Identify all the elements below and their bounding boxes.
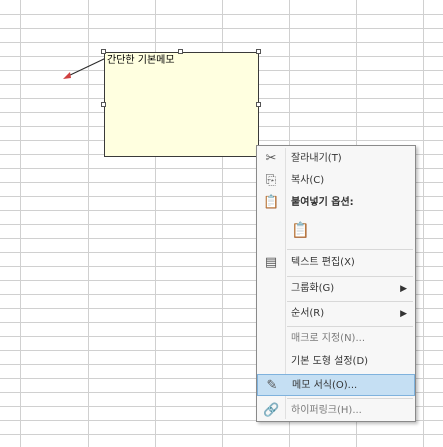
menu-item-label: 그룹화(G) (291, 283, 335, 294)
menu-item-group[interactable]: 그룹화(G) ▶ (257, 278, 415, 300)
menu-separator (287, 326, 413, 327)
comment-text[interactable]: 간단한 기본메모 (107, 54, 175, 68)
scissors-icon: ✂ (265, 151, 277, 166)
menu-separator (287, 249, 413, 250)
grid-column-line (423, 0, 424, 447)
menu-item-assign-macro[interactable]: 매크로 지정(N)... (257, 328, 415, 350)
menu-item-paste-options: 📋 붙여넣기 옵션: (257, 192, 415, 214)
resize-handle[interactable] (256, 102, 261, 107)
menu-item-label: 복사(C) (291, 175, 325, 186)
submenu-arrow-icon: ▶ (400, 284, 407, 294)
resize-handle[interactable] (178, 49, 183, 54)
menu-item-cut[interactable]: ✂ 잘라내기(T) (257, 148, 415, 170)
resize-handle[interactable] (256, 49, 261, 54)
edit-text-icon: ▤ (264, 255, 278, 270)
menu-item-label: 매크로 지정(N)... (291, 333, 365, 344)
menu-item-format-comment[interactable]: ✎ 메모 서식(O)... (257, 374, 415, 396)
menu-item-label: 텍스트 편집(X) (291, 257, 355, 268)
grid-column-line (20, 0, 21, 447)
menu-item-default-shape[interactable]: 기본 도형 설정(D) (257, 351, 415, 373)
menu-item-label: 기본 도형 설정(D) (291, 356, 369, 367)
menu-item-copy[interactable]: ⎘ 복사(C) (257, 170, 415, 192)
menu-separator (287, 276, 413, 277)
comment-box[interactable]: 간단한 기본메모 (104, 52, 259, 157)
menu-separator (287, 301, 413, 302)
comment-arrow (63, 57, 107, 79)
submenu-arrow-icon: ▶ (400, 309, 407, 319)
context-menu: ✂ 잘라내기(T) ⎘ 복사(C) 📋 붙여넣기 옵션: 📋 ▤ 텍스트 편집(… (256, 145, 416, 422)
resize-handle[interactable] (101, 102, 106, 107)
menu-item-label: 순서(R) (291, 308, 325, 319)
paste-icon: 📋 (263, 195, 280, 210)
hyperlink-icon: 🔗 (263, 403, 280, 418)
menu-item-label: 잘라내기(T) (291, 153, 342, 164)
menu-item-label: 메모 서식(O)... (292, 380, 358, 391)
menu-item-label: 붙여넣기 옵션: (291, 197, 354, 208)
menu-item-paste-option[interactable]: 📋 (257, 216, 415, 246)
menu-item-hyperlink[interactable]: 🔗 하이퍼링크(H)... (257, 400, 415, 422)
menu-item-edit-text[interactable]: ▤ 텍스트 편집(X) (257, 252, 415, 274)
copy-icon: ⎘ (265, 173, 277, 188)
menu-item-order[interactable]: 순서(R) ▶ (257, 303, 415, 325)
resize-handle[interactable] (101, 49, 106, 54)
format-comment-icon: ✎ (266, 378, 278, 393)
menu-item-label: 하이퍼링크(H)... (291, 405, 362, 416)
menu-separator (287, 398, 413, 399)
paste-option-icon[interactable]: 📋 (291, 222, 310, 238)
